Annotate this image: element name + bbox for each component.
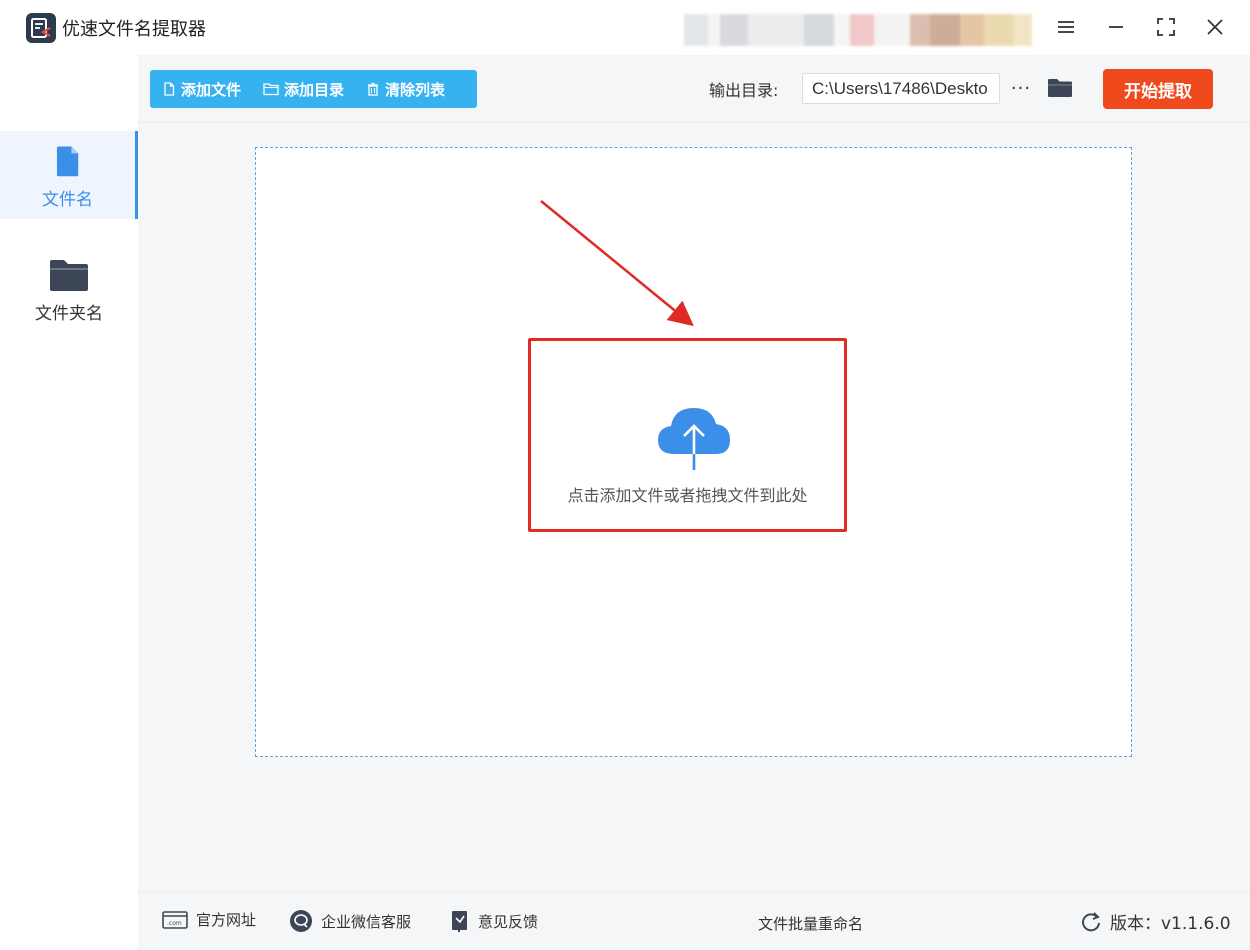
cloud-upload-icon[interactable] (656, 404, 732, 472)
feedback-label: 意见反馈 (478, 912, 539, 931)
folder-outline-icon (263, 83, 279, 96)
add-file-label: 添加文件 (181, 80, 242, 99)
output-dir-field[interactable]: C:\Users\17486\Deskto (802, 73, 1000, 104)
wechat-support-link[interactable]: 企业微信客服 (289, 909, 411, 933)
folder-icon (1048, 79, 1072, 97)
add-directory-label: 添加目录 (284, 80, 345, 99)
wechat-icon (290, 910, 312, 932)
footer: .com 官方网址 企业微信客服 意见反馈 文件批量重命名 版本：v1.1.6.… (138, 892, 1250, 950)
start-extract-button[interactable]: 开始提取 (1103, 69, 1213, 109)
website-icon: .com (162, 910, 188, 929)
sidebar-item-foldername[interactable]: 文件夹名 (0, 245, 138, 333)
version-info[interactable]: 版本：v1.1.6.0 (1080, 909, 1231, 934)
file-icon (48, 141, 88, 181)
add-directory-button[interactable]: 添加目录 (263, 79, 344, 100)
open-folder-button[interactable] (1046, 74, 1074, 102)
output-dir-label: 输出目录: (709, 81, 779, 100)
clear-list-label: 清除列表 (385, 80, 446, 99)
red-arrow-annotation (540, 200, 694, 327)
folder-icon (49, 255, 89, 295)
file-outline-icon (164, 82, 175, 96)
feedback-icon (452, 911, 467, 932)
official-website-link[interactable]: .com 官方网址 (162, 909, 256, 930)
close-button[interactable] (1200, 12, 1230, 42)
toolbar: 添加文件 添加目录 清除列表 (150, 70, 477, 108)
trash-icon (368, 82, 379, 96)
title-bar: 优速文件名提取器 (0, 0, 1250, 55)
refresh-icon (1082, 911, 1100, 931)
window-title: 优速文件名提取器 (62, 19, 206, 40)
fullscreen-icon (1157, 18, 1175, 36)
official-website-label: 官方网址 (196, 911, 257, 929)
minimize-icon (1109, 26, 1123, 28)
close-icon (1207, 19, 1223, 35)
dropzone-hint: 点击添加文件或者拖拽文件到此处 (567, 486, 808, 505)
wechat-support-label: 企业微信客服 (321, 912, 412, 931)
svg-text:.com: .com (167, 920, 182, 927)
add-file-button[interactable]: 添加文件 (162, 79, 241, 100)
more-options-button[interactable]: ··· (1010, 75, 1032, 101)
toolbar-divider (138, 122, 1250, 123)
menu-button[interactable] (1051, 12, 1081, 42)
sidebar-item-label: 文件夹名 (35, 303, 103, 324)
maximize-button[interactable] (1151, 12, 1181, 42)
menu-icon (1058, 21, 1074, 33)
clear-list-button[interactable]: 清除列表 (366, 79, 445, 100)
app-logo-icon (26, 13, 56, 43)
batch-rename-promo[interactable]: 文件批量重命名 (758, 913, 863, 934)
version-label: 版本：v1.1.6.0 (1110, 914, 1231, 934)
feedback-link[interactable]: 意见反馈 (450, 909, 538, 933)
sidebar-item-filename[interactable]: 文件名 (0, 131, 138, 219)
blurred-user-info (684, 14, 1032, 46)
sidebar: 文件名 文件夹名 (0, 55, 138, 950)
sidebar-item-label: 文件名 (42, 189, 93, 210)
minimize-button[interactable] (1101, 12, 1131, 42)
